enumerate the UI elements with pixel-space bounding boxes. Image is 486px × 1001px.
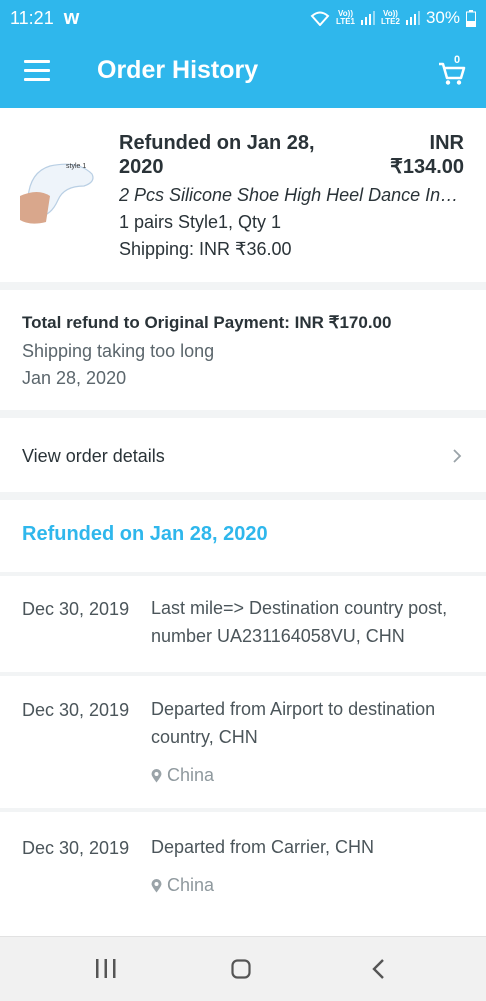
app-bar: Order History 0 [0,36,486,108]
event-location: China [151,765,214,786]
wifi-icon [310,11,330,26]
event-date: Dec 30, 2019 [22,700,130,720]
view-order-details-label[interactable]: View order details [22,446,165,467]
status-time: 11:21 [10,7,54,28]
cart-count: 0 [454,54,460,66]
signal-icon [405,11,420,25]
item-amount: ₹134.00 [390,156,464,178]
divider [0,808,486,812]
item-shipping: Shipping: INR ₹36.00 [119,239,292,259]
location-pin-icon [151,878,162,892]
refund-date: Jan 28, 2020 [22,368,127,388]
refund-total: Total refund to Original Payment: INR ₹1… [22,313,392,332]
signal-icon [361,11,375,25]
event-text: Departed from Airport to destination cou… [151,699,436,747]
event-date: Dec 30, 2019 [22,838,130,858]
page-title: Order History [97,56,259,84]
recent-apps-icon[interactable] [95,959,117,978]
thumb-label: style 1 [66,163,86,170]
hamburger-menu-icon[interactable] [24,60,50,82]
event-text: Last mile=> Destination country post, nu… [151,598,448,646]
shopping-cart-icon[interactable]: 0 [438,54,466,86]
item-status: Refunded on Jan 28, 2020 [119,132,315,178]
item-price: INR ₹134.00 [390,131,464,179]
product-thumbnail: style 1 [20,152,98,230]
refund-reason: Shipping taking too long [22,341,215,361]
item-variant: 1 pairs Style1, Qty 1 [119,212,282,232]
app-notification-icon: w [63,6,80,29]
chevron-right-icon[interactable] [452,448,462,464]
divider [0,572,486,576]
battery-icon [466,9,476,27]
timeline-heading: Refunded on Jan 28, 2020 [22,523,268,545]
sim1-indicator: Vo)) LTE1 [336,9,355,26]
event-text: Departed from Carrier, CHN [151,837,375,857]
item-name: 2 Pcs Silicone Shoe High Heel Dance Inso… [119,185,464,205]
home-icon[interactable] [231,959,251,979]
event-location: China [151,875,214,896]
divider [0,672,486,676]
item-currency: INR [429,132,464,154]
location-pin-icon [151,768,162,782]
event-location-label: China [167,765,215,785]
back-icon[interactable] [371,958,385,980]
battery-percent: 30% [425,8,460,27]
status-bar: 11:21 w Vo)) LTE1 Vo)) LTE2 30% [0,0,486,36]
sim2-indicator: Vo)) LTE2 [381,9,400,26]
event-location-label: China [167,875,215,895]
event-date: Dec 30, 2019 [22,599,130,619]
